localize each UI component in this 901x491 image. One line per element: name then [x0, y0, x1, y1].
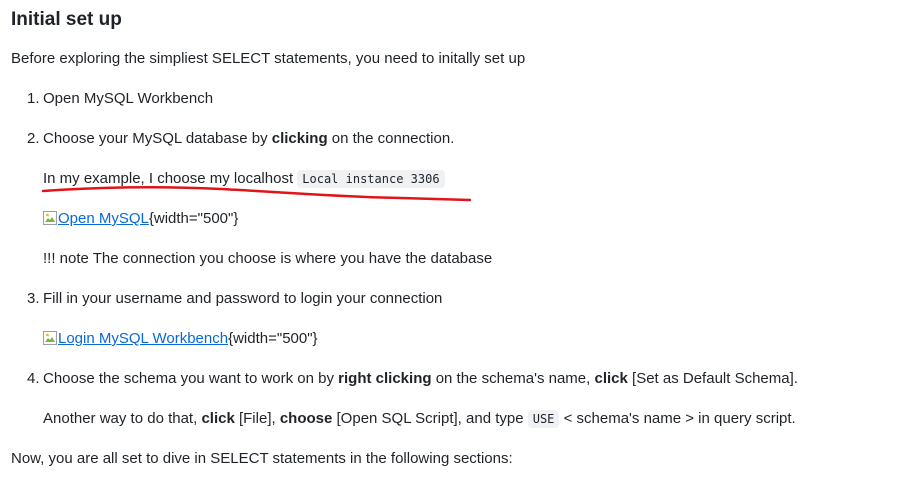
step-4-post: [Set as Default Schema].: [627, 370, 798, 387]
alt-code: USE: [527, 410, 560, 428]
alt-mid-2: [Open SQL Script], and type: [332, 410, 528, 427]
step-number-1: 1.: [27, 90, 40, 107]
step-2-pre: Choose your MySQL database by: [43, 130, 272, 147]
alt-mid-1: [File],: [234, 410, 280, 427]
step-4-bold-2: click: [594, 370, 628, 387]
step-2-bold: clicking: [271, 130, 328, 147]
step-text-2: Choose your MySQL database by clicking o…: [43, 129, 454, 149]
step-number-4: 4.: [27, 370, 40, 387]
alt-bold-2: choose: [279, 410, 333, 427]
broken-image-icon: [43, 211, 57, 225]
broken-image-icon: [43, 331, 57, 345]
step-2-post: on the connection.: [327, 130, 455, 147]
alternative-paragraph: Another way to do that, click [File], ch…: [43, 409, 796, 429]
step-number-2: 2.: [27, 130, 40, 147]
alt-pre: Another way to do that,: [43, 410, 202, 427]
outro-paragraph: Now, you are all set to dive in SELECT s…: [11, 450, 513, 467]
image-placeholder-open-mysql: Open MySQL{width="500"}: [43, 209, 238, 229]
intro-paragraph: Before exploring the simpliest SELECT st…: [11, 50, 526, 67]
alt-post: < schema's name > in query script.: [559, 410, 796, 427]
login-alt: Login MySQL Workbench: [58, 330, 229, 347]
open-mysql-alt: Open MySQL: [58, 210, 149, 227]
login-image-link[interactable]: Login MySQL Workbench: [43, 330, 228, 347]
section-heading: Initial set up: [11, 9, 122, 30]
login-attr: {width="500"}: [228, 330, 318, 347]
image-placeholder-login: Login MySQL Workbench{width="500"}: [43, 329, 318, 349]
alt-bold-1: click: [201, 410, 235, 427]
step-4-pre: Choose the schema you want to work on by: [43, 370, 339, 387]
red-underline-annotation: [41, 186, 472, 202]
note-paragraph: !!! note The connection you choose is wh…: [43, 250, 493, 267]
open-mysql-attr: {width="500"}: [148, 210, 239, 227]
step-4-mid: on the schema's name,: [431, 370, 595, 387]
step-number-3: 3.: [27, 290, 40, 307]
step-text-4: Choose the schema you want to work on by…: [43, 369, 798, 389]
step-text-3: Fill in your username and password to lo…: [43, 290, 443, 307]
step-4-bold-1: right clicking: [338, 370, 432, 387]
step-text-1: Open MySQL Workbench: [43, 90, 214, 107]
open-mysql-image-link[interactable]: Open MySQL: [43, 210, 149, 227]
